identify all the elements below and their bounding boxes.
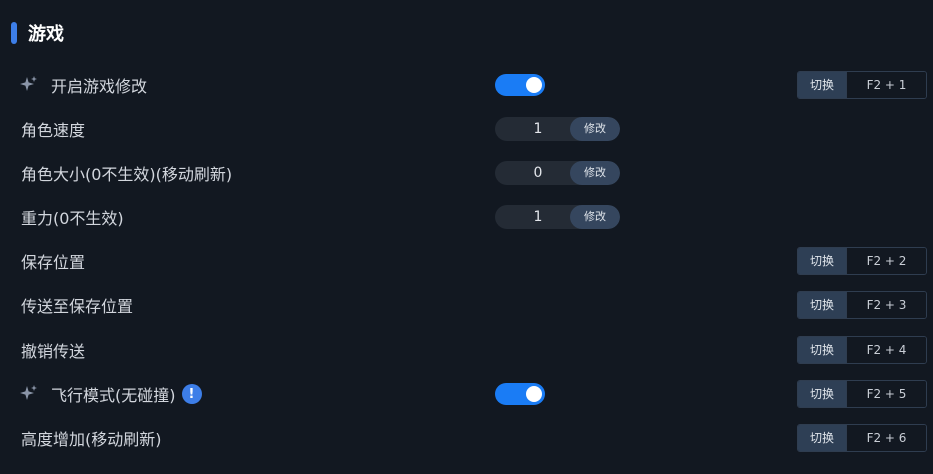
section-accent-bar <box>11 22 17 44</box>
toggle-knob <box>526 77 542 93</box>
row-label: 保存位置 <box>21 253 86 272</box>
row-gravity: 重力(0不生效) 1 修改 <box>0 202 933 232</box>
modify-button[interactable]: 修改 <box>570 161 620 185</box>
hotkey-switch-button[interactable]: 切换 <box>798 292 847 318</box>
row-fly-mode: 飞行模式(无碰撞) ! 切换 F2 + 5 <box>0 379 933 409</box>
row-height-increase: 高度增加(移动刷新) 切换 F2 + 6 <box>0 423 933 453</box>
row-label: 开启游戏修改 <box>51 77 148 96</box>
stepper-value[interactable]: 0 <box>495 161 581 185</box>
row-label: 飞行模式(无碰撞) <box>51 386 176 405</box>
row-label: 重力(0不生效) <box>21 209 124 228</box>
sparkle-icon <box>19 75 39 95</box>
hotkey-f2-1: 切换 F2 + 1 <box>797 71 927 99</box>
row-undo-teleport: 撤销传送 切换 F2 + 4 <box>0 335 933 365</box>
row-character-size: 角色大小(0不生效)(移动刷新) 0 修改 <box>0 158 933 188</box>
row-save-position: 保存位置 切换 F2 + 2 <box>0 246 933 276</box>
hotkey-key[interactable]: F2 + 5 <box>847 381 926 407</box>
modify-button[interactable]: 修改 <box>570 205 620 229</box>
row-character-speed: 角色速度 1 修改 <box>0 114 933 144</box>
hotkey-switch-button[interactable]: 切换 <box>798 248 847 274</box>
enable-game-mod-toggle[interactable] <box>495 74 545 96</box>
sparkle-icon <box>19 384 39 404</box>
row-label: 高度增加(移动刷新) <box>21 430 162 449</box>
hotkey-key[interactable]: F2 + 6 <box>847 425 926 451</box>
row-label: 传送至保存位置 <box>21 297 134 316</box>
section-title: 游戏 <box>28 24 64 45</box>
stepper-value[interactable]: 1 <box>495 205 581 229</box>
hotkey-key[interactable]: F2 + 2 <box>847 248 926 274</box>
hotkey-f2-3: 切换 F2 + 3 <box>797 291 927 319</box>
hotkey-switch-button[interactable]: 切换 <box>798 72 847 98</box>
warning-icon[interactable]: ! <box>181 384 202 404</box>
hotkey-switch-button[interactable]: 切换 <box>798 425 847 451</box>
hotkey-key[interactable]: F2 + 3 <box>847 292 926 318</box>
hotkey-f2-4: 切换 F2 + 4 <box>797 336 927 364</box>
modify-button[interactable]: 修改 <box>570 117 620 141</box>
character-speed-stepper: 1 修改 <box>495 117 620 141</box>
hotkey-f2-5: 切换 F2 + 5 <box>797 380 927 408</box>
section-header: 游戏 <box>11 21 64 45</box>
row-enable-game-mod: 开启游戏修改 切换 F2 + 1 <box>0 70 933 100</box>
character-size-stepper: 0 修改 <box>495 161 620 185</box>
hotkey-f2-6: 切换 F2 + 6 <box>797 424 927 452</box>
row-label: 角色大小(0不生效)(移动刷新) <box>21 165 233 184</box>
fly-mode-toggle[interactable] <box>495 383 545 405</box>
hotkey-key[interactable]: F2 + 4 <box>847 337 926 363</box>
row-label: 角色速度 <box>21 121 86 140</box>
stepper-value[interactable]: 1 <box>495 117 581 141</box>
gravity-stepper: 1 修改 <box>495 205 620 229</box>
row-label: 撤销传送 <box>21 342 86 361</box>
toggle-knob <box>526 386 542 402</box>
hotkey-f2-2: 切换 F2 + 2 <box>797 247 927 275</box>
hotkey-switch-button[interactable]: 切换 <box>798 381 847 407</box>
row-teleport-to-saved: 传送至保存位置 切换 F2 + 3 <box>0 290 933 320</box>
hotkey-key[interactable]: F2 + 1 <box>847 72 926 98</box>
hotkey-switch-button[interactable]: 切换 <box>798 337 847 363</box>
